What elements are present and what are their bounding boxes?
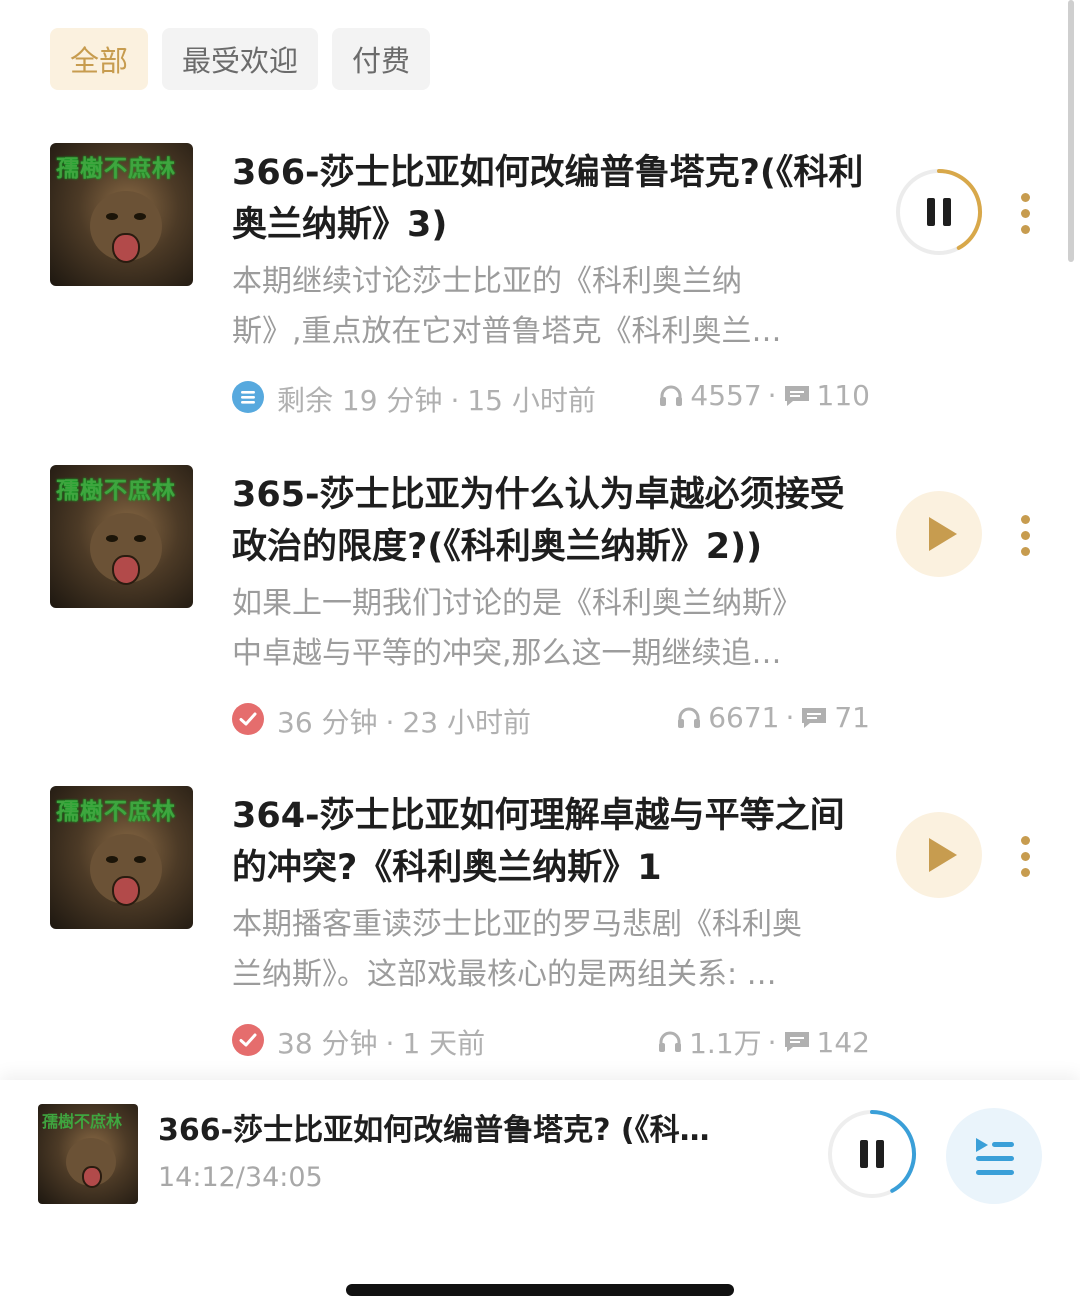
episode-time-ago: 1 天前 [402,1027,486,1060]
episode-meta: 剩余 19 分钟 · 15 小时前 4557 · 110 [232,379,872,417]
playlist-icon [976,1138,1014,1175]
in-progress-icon [232,381,264,413]
filter-paid[interactable]: 付费 [332,28,431,90]
play-button[interactable] [896,491,982,577]
comment-icon [784,385,809,406]
now-playing-time: 14:12/34:05 [158,1162,323,1193]
mini-player[interactable]: 孺樹不庶林 366-莎士比亚如何改编普鲁塔克? (《科… 14:12/34:05 [0,1080,1080,1316]
episode-time-ago: 23 小时前 [402,706,531,739]
headphones-icon [678,707,701,728]
filter-all[interactable]: 全部 [50,28,149,90]
comment-count: 110 [816,379,870,412]
episode-title[interactable]: 365-莎士比亚为什么认为卓越必须接受政治的限度?(《科利奥兰纳斯》2)) [232,469,872,573]
filter-most-popular[interactable]: 最受欢迎 [162,28,319,90]
episode-duration: 38 分钟 [277,1027,378,1060]
play-count: 6671 [708,701,780,734]
episode-duration: 36 分钟 [277,706,378,739]
episode-time-ago: 15 小时前 [467,384,596,417]
episode-item[interactable]: 孺樹不庶林 366-莎士比亚如何改编普鲁塔克?(《科利奥兰纳斯》3) 本期继续讨… [0,143,1080,443]
more-options-button[interactable] [1010,191,1042,235]
episode-title[interactable]: 366-莎士比亚如何改编普鲁塔克?(《科利奥兰纳斯》3) [232,147,872,251]
mini-pause-button[interactable] [826,1108,918,1200]
episode-description: 本期播客重读莎士比亚的罗马悲剧《科利奥 兰纳斯》。这部戏最核心的是两组关系: … [232,907,802,992]
episode-item[interactable]: 孺樹不庶林 364-莎士比亚如何理解卓越与平等之间的冲突?《科利奥兰纳斯》1 本… [0,786,1080,1086]
episode-cover: 孺樹不庶林 [50,465,193,608]
episode-description: 如果上一期我们讨论的是《科利奥兰纳斯》 中卓越与平等的冲突,那么这一期继续追… [232,586,802,671]
more-options-button[interactable] [1010,834,1042,878]
episode-item[interactable]: 孺樹不庶林 365-莎士比亚为什么认为卓越必须接受政治的限度?(《科利奥兰纳斯》… [0,465,1080,765]
play-button[interactable] [896,812,982,898]
play-count: 1.1万 [689,1027,762,1060]
episode-meta: 36 分钟 · 23 小时前 6671 · 71 [232,701,872,739]
episode-meta: 38 分钟 · 1 天前 1.1万 · 142 [232,1024,872,1060]
play-count: 4557 [690,379,762,412]
pause-button[interactable] [894,167,984,257]
now-playing-title[interactable]: 366-莎士比亚如何改编普鲁塔克? (《科… [158,1110,778,1152]
comment-count: 71 [834,701,870,734]
completed-check-icon [232,703,264,735]
headphones-icon [659,1031,682,1052]
episode-cover: 孺樹不庶林 [50,786,193,929]
comment-count: 142 [816,1025,870,1059]
comment-icon [802,707,827,728]
cover-art-text: 孺樹不庶林 [42,1112,123,1131]
completed-check-icon [232,1024,264,1056]
episode-cover: 孺樹不庶林 [50,143,193,286]
cover-art-text: 孺樹不庶林 [56,799,176,825]
more-options-button[interactable] [1010,513,1042,557]
now-playing-cover: 孺樹不庶林 [38,1104,138,1204]
cover-art-text: 孺樹不庶林 [56,478,176,504]
comment-icon [784,1032,809,1052]
episode-title[interactable]: 364-莎士比亚如何理解卓越与平等之间的冲突?《科利奥兰纳斯》1 [232,790,872,894]
headphones-icon [660,385,683,406]
playlist-button[interactable] [946,1108,1042,1204]
episode-duration: 剩余 19 分钟 [277,384,443,417]
episode-description: 本期继续讨论莎士比亚的《科利奥兰纳 斯》,重点放在它对普鲁塔克《科利奥兰… [232,264,782,349]
home-indicator[interactable] [346,1284,734,1296]
filter-bar: 全部 最受欢迎 付费 [50,28,431,90]
cover-art-text: 孺樹不庶林 [56,156,176,182]
